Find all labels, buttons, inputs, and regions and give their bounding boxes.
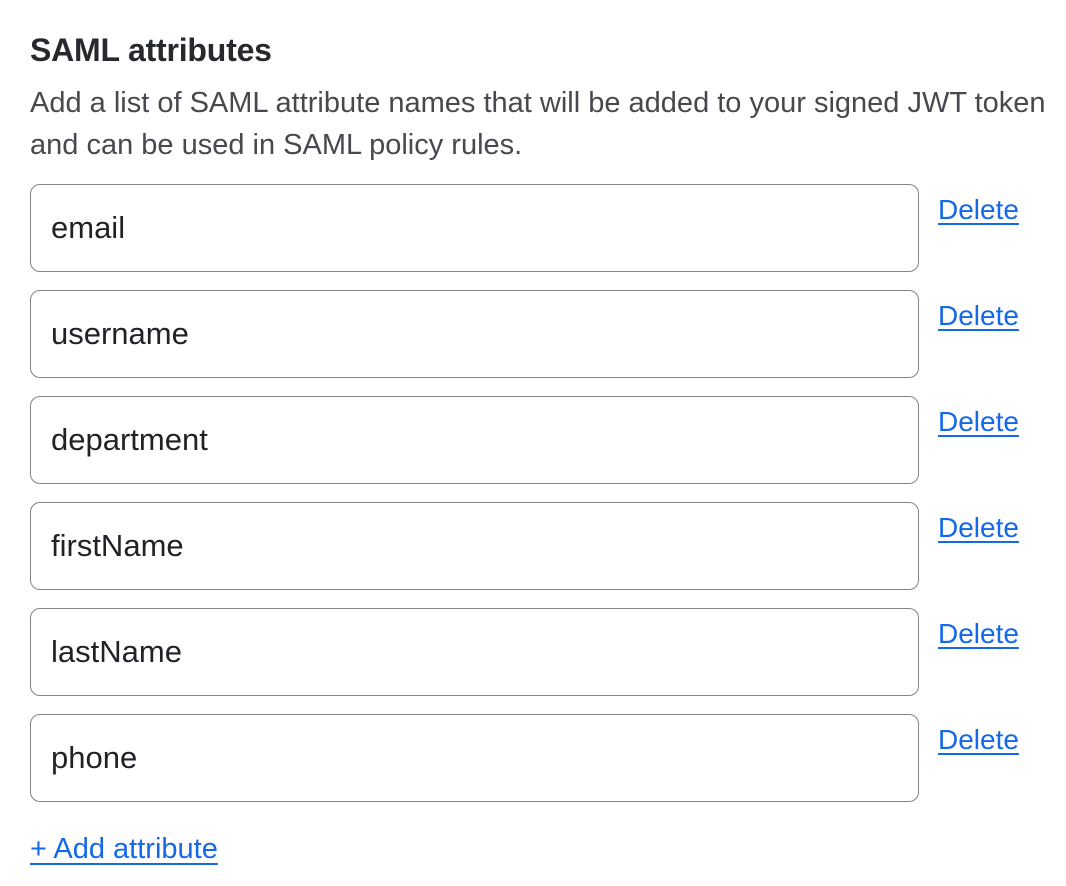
attribute-row: Delete	[30, 184, 1022, 272]
saml-attribute-input[interactable]	[30, 396, 919, 484]
saml-attributes-section: SAML attributes Add a list of SAML attri…	[0, 0, 1066, 866]
delete-link[interactable]: Delete	[938, 300, 1019, 332]
attribute-row: Delete	[30, 502, 1022, 590]
page-title: SAML attributes	[30, 30, 1022, 70]
add-attribute-link[interactable]: + Add attribute	[30, 832, 218, 866]
saml-attribute-input[interactable]	[30, 290, 919, 378]
attribute-row: Delete	[30, 396, 1022, 484]
delete-link[interactable]: Delete	[938, 618, 1019, 650]
saml-attribute-input[interactable]	[30, 714, 919, 802]
saml-attribute-input[interactable]	[30, 502, 919, 590]
delete-link[interactable]: Delete	[938, 406, 1019, 438]
attribute-row: Delete	[30, 608, 1022, 696]
attribute-list: Delete Delete Delete Delete Delete Delet…	[30, 184, 1022, 802]
description-line-2: and can be used in SAML policy rules.	[30, 124, 1022, 166]
section-description: Add a list of SAML attribute names that …	[30, 82, 1022, 166]
saml-attribute-input[interactable]	[30, 184, 919, 272]
attribute-row: Delete	[30, 290, 1022, 378]
delete-link[interactable]: Delete	[938, 194, 1019, 226]
delete-link[interactable]: Delete	[938, 724, 1019, 756]
delete-link[interactable]: Delete	[938, 512, 1019, 544]
attribute-row: Delete	[30, 714, 1022, 802]
description-line-1: Add a list of SAML attribute names that …	[30, 82, 1022, 124]
saml-attribute-input[interactable]	[30, 608, 919, 696]
